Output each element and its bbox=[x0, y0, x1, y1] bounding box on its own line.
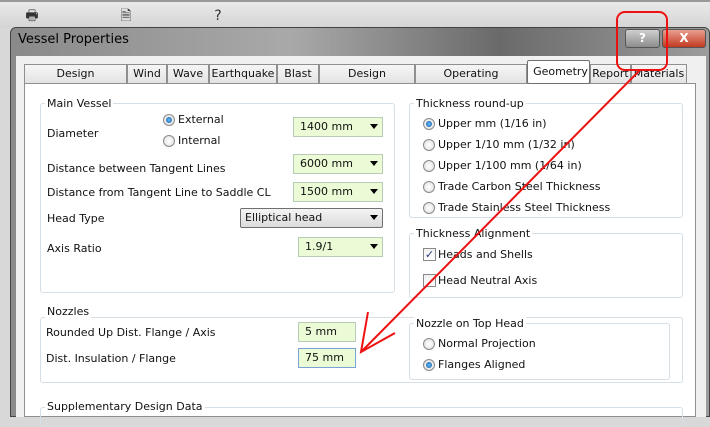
highlight-box bbox=[616, 11, 668, 71]
annotation-arrow bbox=[360, 69, 641, 353]
annotation-overlay bbox=[359, 11, 668, 354]
